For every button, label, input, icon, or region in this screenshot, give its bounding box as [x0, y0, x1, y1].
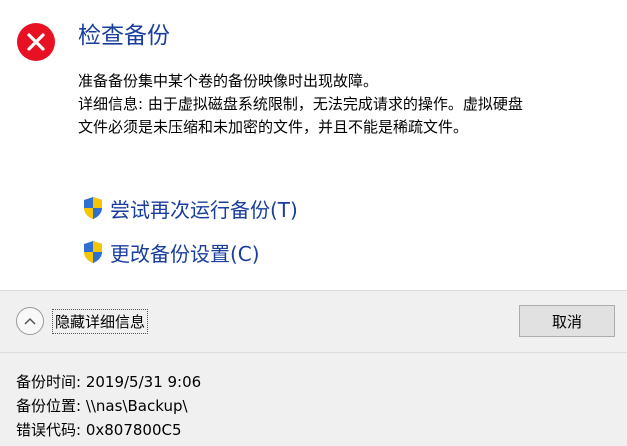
- uac-shield-icon: [84, 197, 102, 219]
- change-settings-link[interactable]: 更改备份设置(C): [82, 237, 260, 267]
- retry-backup-label[interactable]: 尝试再次运行备份(T): [110, 194, 298, 223]
- error-message: 准备备份集中某个卷的备份映像时出现故障。 详细信息: 由于虚拟磁盘系统限制，无法…: [78, 70, 523, 139]
- retry-backup-link[interactable]: 尝试再次运行备份(T): [82, 193, 298, 223]
- backup-details: 备份时间: 2019/5/31 9:06 备份位置: \\nas\Backup\…: [16, 370, 201, 442]
- dialog-content-panel: 检查备份 准备备份集中某个卷的备份映像时出现故障。 详细信息: 由于虚拟磁盘系统…: [0, 0, 627, 290]
- dialog-title: 检查备份: [78, 23, 170, 49]
- error-icon: [17, 23, 55, 61]
- message-line: 文件必须是未压缩和未加密的文件，并且不能是稀疏文件。: [78, 118, 469, 136]
- error-code: 错误代码: 0x807800C5: [16, 421, 182, 439]
- change-settings-label[interactable]: 更改备份设置(C): [110, 238, 260, 267]
- hide-details-toggle[interactable]: 隐藏详细信息: [16, 307, 149, 335]
- divider: [0, 352, 627, 353]
- divider: [0, 290, 627, 291]
- hide-details-label[interactable]: 隐藏详细信息: [52, 308, 149, 334]
- backup-time: 备份时间: 2019/5/31 9:06: [16, 373, 202, 391]
- chevron-up-icon[interactable]: [16, 307, 44, 335]
- message-line: 详细信息: 由于虚拟磁盘系统限制，无法完成请求的操作。虚拟硬盘: [78, 95, 523, 113]
- uac-shield-icon: [84, 241, 102, 263]
- cancel-button[interactable]: 取消: [519, 305, 615, 337]
- message-line: 准备备份集中某个卷的备份映像时出现故障。: [78, 72, 379, 90]
- backup-location: 备份位置: \\nas\Backup\: [16, 397, 188, 415]
